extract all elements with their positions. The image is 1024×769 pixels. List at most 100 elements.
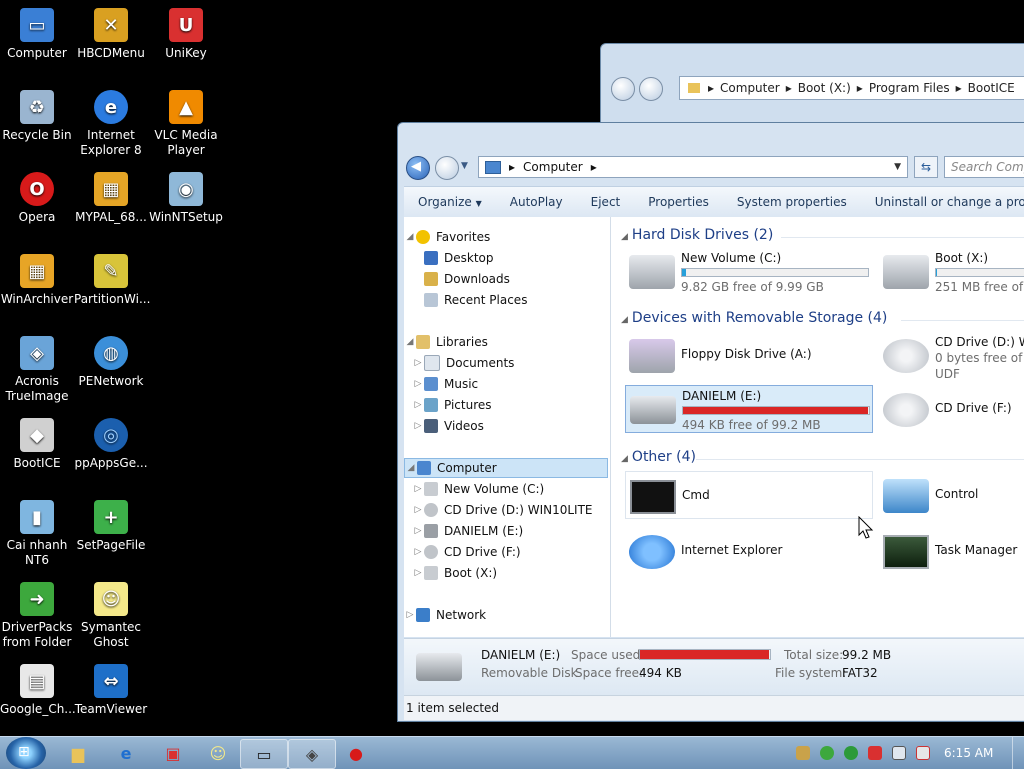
tray-security-icon[interactable] (820, 746, 834, 760)
back-button[interactable]: ◀ (406, 156, 430, 180)
nav-item-cd-drive-f[interactable]: ▷ CD Drive (F:) (412, 542, 521, 562)
nav-network[interactable]: ▷ Network (404, 605, 486, 625)
desktop-icon-winarchiver[interactable]: ▦ WinArchiver (0, 254, 74, 307)
desktop-icon-google-ch[interactable]: ▤ Google_Ch... (0, 664, 76, 717)
breadcrumb-item[interactable]: BootICE (968, 81, 1015, 95)
nav-item-boot-x[interactable]: ▷ Boot (X:) (412, 563, 497, 583)
desktop-icon-winntsetup[interactable]: ◉ WinNTSetup (149, 172, 223, 225)
desktop-icon-driverpacks[interactable]: ➜ DriverPacks from Folder (0, 582, 74, 650)
eject-button[interactable]: Eject (577, 195, 635, 209)
desktop-icon-recycle-bin[interactable]: ♻ Recycle Bin (0, 90, 74, 143)
collapse-icon[interactable]: ▷ (412, 526, 424, 536)
tray-archive-icon[interactable] (796, 746, 810, 760)
desktop-icon-opera[interactable]: O Opera (0, 172, 74, 225)
shortcut-task-manager[interactable]: Task Manager (879, 527, 1024, 577)
desktop-icon-unikey[interactable]: U UniKey (149, 8, 223, 61)
collapse-icon[interactable]: ▷ (404, 610, 416, 620)
nav-favorites[interactable]: ◢ Favorites (404, 227, 490, 247)
forward-button[interactable] (639, 77, 663, 101)
organize-button[interactable]: Organize ▼ (404, 195, 496, 209)
collapse-icon[interactable]: ▷ (412, 568, 424, 578)
breadcrumb-computer[interactable]: Computer (523, 160, 583, 174)
refresh-button[interactable]: ⇆ (914, 156, 938, 178)
taskbar-unikey-button[interactable]: ▣ (150, 739, 196, 767)
collapse-icon[interactable]: ▷ (412, 547, 424, 557)
drive-cd-f[interactable]: CD Drive (F:) (879, 385, 1024, 435)
group-title-hard-disk-drives[interactable]: ◢ Hard Disk Drives (2) (621, 227, 773, 243)
taskbar-explorer-button[interactable]: ▆ (55, 739, 101, 767)
taskbar-cmd-button[interactable]: ▭ (240, 739, 288, 769)
drive-boot-x[interactable]: Boot (X:) 251 MB free of 2! (879, 247, 1024, 297)
drive-floppy-a[interactable]: Floppy Disk Drive (A:) (625, 331, 875, 381)
clock[interactable]: 6:15 AM (944, 746, 993, 760)
desktop-icon-cai-nhanh[interactable]: ▮ Cai nhanh NT6 (0, 500, 74, 568)
shortcut-cmd[interactable]: Cmd (625, 471, 873, 519)
desktop-icon-partitionwizard[interactable]: ✎ PartitionWi... (74, 254, 150, 307)
group-title-other[interactable]: ◢ Other (4) (621, 449, 696, 465)
desktop-icon-acronis[interactable]: ◈ Acronis TrueImage (0, 336, 74, 404)
nav-item-videos[interactable]: ▷ Videos (412, 416, 484, 436)
collapse-icon[interactable]: ▷ (412, 421, 424, 431)
tray-volume-muted-icon[interactable] (916, 746, 930, 760)
taskbar-ie-button[interactable]: e (103, 739, 149, 767)
desktop-icon-penetwork[interactable]: ◍ PENetwork (74, 336, 148, 389)
nav-computer[interactable]: ◢ Computer (404, 458, 608, 478)
desktop-icon-hbcdmenu[interactable]: ✕ HBCDMenu (74, 8, 148, 61)
shortcut-internet-explorer[interactable]: Internet Explorer (625, 527, 873, 577)
recent-pages-icon[interactable]: ▼ (461, 161, 468, 171)
desktop-icon-bootice[interactable]: ◆ BootICE (0, 418, 74, 471)
explorer-window-computer[interactable]: ◀ ▼ ▸ Computer ▸ ▼ ⇆ Search Comp Organiz… (397, 122, 1024, 722)
nav-item-danielm-e[interactable]: ▷ DANIELM (E:) (412, 521, 523, 541)
expand-icon[interactable]: ◢ (404, 337, 416, 347)
properties-button[interactable]: Properties (634, 195, 723, 209)
desktop-icon-setpagefile[interactable]: + SetPageFile (74, 500, 148, 553)
nav-item-pictures[interactable]: ▷ Pictures (412, 395, 492, 415)
collapse-icon[interactable]: ▷ (412, 400, 424, 410)
tray-unikey-icon[interactable] (868, 746, 882, 760)
drive-cd-d[interactable]: CD Drive (D:) WII 0 bytes free of 46 UDF (879, 331, 1024, 381)
collapse-icon[interactable]: ▷ (412, 484, 424, 494)
address-bar[interactable]: ▸ Computer ▸ ▼ (478, 156, 908, 178)
breadcrumb-item[interactable]: Boot (X:) (798, 81, 851, 95)
search-input[interactable]: Search Comp (944, 156, 1024, 178)
group-title-removable-storage[interactable]: ◢ Devices with Removable Storage (4) (621, 310, 887, 326)
taskbar-bootice-button[interactable]: ◈ (288, 739, 336, 769)
taskbar-opera-button[interactable]: ● (333, 739, 379, 767)
desktop-icon-mypal[interactable]: ▦ MYPAL_68... (74, 172, 148, 225)
nav-libraries[interactable]: ◢ Libraries (404, 332, 488, 352)
forward-button[interactable] (435, 156, 459, 180)
expand-icon[interactable]: ◢ (405, 463, 417, 473)
collapse-icon[interactable]: ▷ (412, 505, 424, 515)
nav-item-music[interactable]: ▷ Music (412, 374, 478, 394)
nav-item-new-volume-c[interactable]: ▷ New Volume (C:) (412, 479, 544, 499)
desktop-icon-ppapps[interactable]: ◎ ppAppsGe... (74, 418, 148, 471)
breadcrumb-item[interactable]: Computer (720, 81, 780, 95)
desktop-icon-ghost[interactable]: ☺ Symantec Ghost (74, 582, 148, 650)
desktop-icon-computer[interactable]: ▭ Computer (0, 8, 74, 61)
nav-item-desktop[interactable]: Desktop (424, 248, 494, 268)
drive-danielm-e[interactable]: DANIELM (E:) 494 KB free of 99.2 MB (625, 385, 873, 433)
address-bar[interactable]: ▸ Computer ▸ Boot (X:) ▸ Program Files ▸… (679, 76, 1024, 100)
nav-item-recent-places[interactable]: Recent Places (424, 290, 527, 310)
desktop-icon-ie8[interactable]: e Internet Explorer 8 (74, 90, 148, 158)
collapse-icon[interactable]: ▷ (412, 379, 424, 389)
desktop-icon-vlc[interactable]: ▲ VLC Media Player (149, 90, 223, 158)
system-properties-button[interactable]: System properties (723, 195, 861, 209)
nav-item-documents[interactable]: ▷ Documents (412, 353, 514, 373)
desktop-icon-teamviewer[interactable]: ⇔ TeamViewer (74, 664, 148, 717)
autoplay-button[interactable]: AutoPlay (496, 195, 577, 209)
start-button[interactable]: ⊞ (6, 737, 46, 769)
tray-media-icon[interactable] (844, 746, 858, 760)
nav-item-downloads[interactable]: Downloads (424, 269, 510, 289)
shortcut-control[interactable]: Control (879, 471, 1024, 521)
breadcrumb-item[interactable]: Program Files (869, 81, 950, 95)
address-dropdown-icon[interactable]: ▼ (894, 162, 901, 172)
back-button[interactable] (611, 77, 635, 101)
tray-network-icon[interactable] (892, 746, 906, 760)
uninstall-program-button[interactable]: Uninstall or change a program (861, 195, 1024, 209)
expand-icon[interactable]: ◢ (404, 232, 416, 242)
collapse-icon[interactable]: ▷ (412, 358, 424, 368)
drive-new-volume-c[interactable]: New Volume (C:) 9.82 GB free of 9.99 GB (625, 247, 875, 297)
taskbar-ghost-button[interactable]: ☺ (195, 739, 241, 767)
nav-item-cd-drive-d[interactable]: ▷ CD Drive (D:) WIN10LITE (412, 500, 593, 520)
